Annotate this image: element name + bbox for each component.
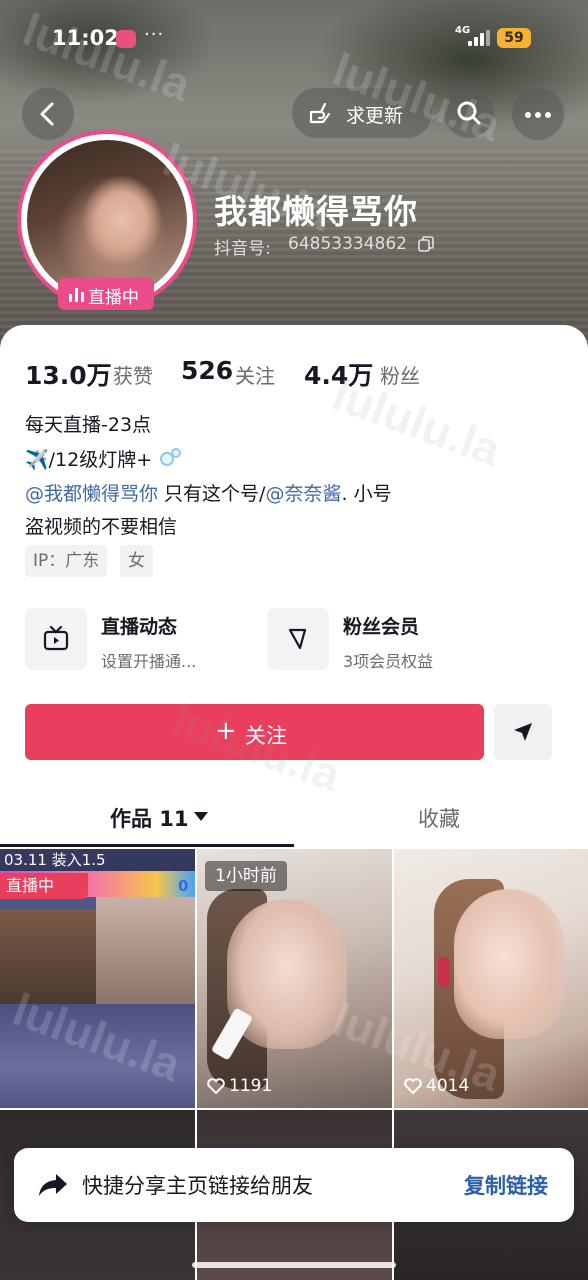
follow-label: 关注: [245, 724, 287, 748]
tv-icon-box: [25, 608, 87, 670]
video-3-face: [454, 889, 564, 1039]
send-icon: [514, 723, 532, 741]
battery-indicator: 59: [497, 28, 531, 48]
following-count[interactable]: 526: [181, 356, 233, 385]
likes-label: 获赞: [113, 364, 153, 388]
douyin-id-label: 抖音号:: [214, 239, 271, 259]
signal-icon: [468, 30, 490, 46]
request-update-label: 求更新: [346, 105, 404, 127]
tab-indicator: [0, 844, 294, 847]
app-notification-icon: [116, 30, 136, 48]
member-icon-box: [267, 608, 329, 670]
bio-line-3: @我都懒得骂你 只有这个号/@奈奈酱. 小号: [25, 479, 392, 506]
heart-icon: [207, 1078, 225, 1095]
share-profile-bar[interactable]: 快捷分享主页链接给朋友 复制链接: [14, 1148, 574, 1222]
chevron-down-icon[interactable]: [194, 812, 208, 821]
more-icon: [525, 112, 531, 118]
back-icon: [40, 102, 54, 126]
bio-line-2: ✈️/12级灯牌+: [25, 445, 182, 472]
gender-tag: 女: [120, 545, 153, 577]
member-icon: [288, 628, 307, 650]
bio-line-1: 每天直播-23点: [25, 414, 152, 436]
bio-mention-self[interactable]: @我都懒得骂你: [25, 483, 158, 505]
live-dynamics-title: 直播动态: [101, 616, 178, 638]
live-bars-icon: [69, 286, 85, 302]
copy-icon[interactable]: [418, 236, 434, 252]
followers-label[interactable]: 粉丝: [380, 360, 420, 389]
live-tag: 直播中: [0, 873, 88, 899]
pk-score: 0: [178, 877, 189, 895]
followers-count[interactable]: 4.4万: [304, 356, 373, 392]
live-badge[interactable]: 直播中: [58, 278, 154, 310]
search-button[interactable]: [444, 88, 494, 138]
tab-works[interactable]: 作品 11: [110, 803, 189, 833]
search-icon: [457, 101, 481, 125]
bio-mention-nainai[interactable]: @奈奈酱: [265, 483, 341, 505]
following-label[interactable]: 关注: [235, 360, 275, 389]
status-bar: 11:02 ··· 4G 59: [0, 24, 588, 58]
bio-line-2-text: ✈️/12级灯牌+: [25, 449, 153, 471]
heart-icon: [404, 1078, 422, 1095]
bio-line-3-suffix: . 小号: [341, 483, 392, 505]
fan-member-subtitle: 3项会员权益: [343, 652, 434, 671]
video-cell-live[interactable]: 03.11 装入1.5 直播中 0: [0, 849, 195, 1108]
live-frame-left: [0, 909, 96, 1004]
video-3-likes-count: 4014: [426, 1076, 470, 1096]
live-frame-right: [96, 897, 195, 1004]
live-topline-text: 03.11 装入1.5: [4, 851, 106, 869]
fan-member-entry[interactable]: 粉丝会员 3项会员权益: [267, 608, 497, 672]
avatar-image: [27, 140, 187, 300]
douyin-id-value: 64853334862: [288, 234, 407, 254]
video-2-likes-count: 1191: [229, 1076, 273, 1096]
bio-line-4: 盗视频的不要相信: [25, 516, 178, 538]
status-time: 11:02: [52, 26, 119, 50]
home-indicator: [192, 1262, 396, 1268]
video-2-time-tag: 1小时前: [205, 861, 287, 891]
bio-line-3-mid: 只有这个号/: [158, 483, 266, 505]
video-3-likes: 4014: [404, 1076, 469, 1096]
update-hand-icon: [309, 102, 331, 124]
fan-member-title: 粉丝会员: [343, 616, 420, 638]
tv-icon: [43, 626, 69, 651]
share-profile-text: 快捷分享主页链接给朋友: [82, 1174, 313, 1198]
back-button[interactable]: [22, 88, 74, 140]
send-message-button[interactable]: [494, 704, 552, 760]
status-dots: ···: [144, 24, 165, 45]
live-badge-label: 直播中: [88, 288, 139, 308]
plus-icon: +: [215, 716, 237, 746]
video-cell-2[interactable]: 1小时前 1191: [197, 849, 392, 1108]
live-background: [0, 1004, 195, 1108]
more-button[interactable]: [512, 88, 564, 140]
profile-name: 我都懒得骂你: [214, 192, 418, 231]
follow-button[interactable]: + 关注: [25, 704, 484, 760]
copy-link-button[interactable]: 复制链接: [464, 1170, 548, 1200]
share-arrow-icon: [39, 1174, 67, 1196]
live-dynamics-subtitle: 设置开播通...: [101, 652, 197, 671]
request-update-button[interactable]: 求更新: [292, 88, 432, 138]
video-2-likes: 1191: [207, 1076, 272, 1096]
video-cell-3[interactable]: 4014: [394, 849, 588, 1108]
likes-count: 13.0万: [25, 361, 112, 390]
video-3-earring: [438, 957, 450, 987]
tab-favorites[interactable]: 收藏: [418, 803, 460, 833]
live-dynamics-entry[interactable]: 直播动态 设置开播通...: [25, 608, 255, 672]
ip-tag: IP：广东: [25, 545, 108, 577]
bubble-emoji-icon: [158, 448, 182, 470]
